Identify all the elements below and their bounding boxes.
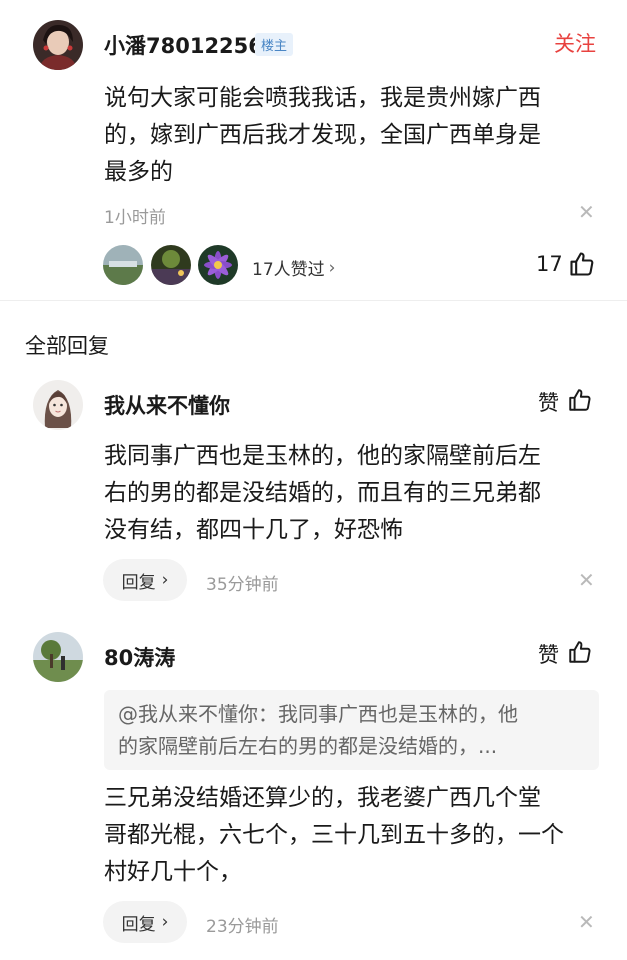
op-text-line: 最多的	[104, 159, 173, 185]
liker-avatar[interactable]	[198, 245, 238, 285]
like-label: 赞	[538, 391, 559, 415]
reply-button-label: 回复	[121, 914, 156, 935]
chevron-right-icon: ›	[161, 570, 169, 590]
reply-text-line: 三兄弟没结婚还算少的，我老婆广西几个堂	[104, 785, 541, 811]
follow-button[interactable]: 关注	[554, 28, 596, 58]
reply-time: 35分钟前	[206, 575, 279, 595]
close-icon[interactable]: ✕	[578, 910, 595, 934]
likers-count-label: 17人赞过	[252, 260, 325, 280]
reply-text-line: 我同事广西也是玉林的，他的家隔壁前后左	[104, 443, 541, 469]
reply-username[interactable]: 80涛涛	[104, 642, 175, 672]
op-text: 说句大家可能会喷我我话，我是贵州嫁广西 的，嫁到广西后我才发现，全国广西单身是 …	[104, 80, 604, 191]
reply-text-line: 没有结，都四十几了，好恐怖	[104, 517, 403, 543]
divider	[0, 300, 627, 301]
thumbs-up-icon[interactable]	[568, 250, 596, 278]
chevron-right-icon: ›	[161, 912, 169, 932]
likers-link[interactable]: 17人赞过 ›	[252, 255, 336, 281]
reply-like-button[interactable]: 赞	[538, 387, 593, 417]
thumbs-up-icon	[567, 387, 593, 417]
op-like-count: 17	[536, 252, 563, 276]
quoted-reply[interactable]: @我从来不懂你：我同事广西也是玉林的，他 的家隔壁前后左右的男的都是没结婚的，.…	[104, 690, 599, 770]
section-title: 全部回复	[25, 334, 109, 358]
close-icon[interactable]: ✕	[578, 568, 595, 592]
reply-text: 三兄弟没结婚还算少的，我老婆广西几个堂 哥都光棍，六七个，三十几到五十多的，一个…	[104, 780, 604, 891]
like-label: 赞	[538, 643, 559, 667]
op-avatar[interactable]	[33, 20, 83, 70]
thumbs-up-icon	[567, 639, 593, 669]
chevron-right-icon: ›	[328, 257, 336, 278]
reply-button[interactable]: 回复 ›	[103, 901, 187, 943]
reply-like-button[interactable]: 赞	[538, 639, 593, 669]
reply-username[interactable]: 我从来不懂你	[104, 390, 230, 420]
reply-text-line: 哥都光棍，六七个，三十几到五十多的，一个	[104, 822, 564, 848]
reply-time: 23分钟前	[206, 917, 279, 937]
quote-line: @我从来不懂你：我同事广西也是玉林的，他	[118, 702, 518, 726]
reply-button[interactable]: 回复 ›	[103, 559, 187, 601]
op-badge: 楼主	[255, 33, 294, 56]
reply-avatar[interactable]	[33, 380, 83, 430]
reply-button-label: 回复	[121, 572, 156, 593]
close-icon[interactable]: ✕	[578, 200, 595, 224]
op-username[interactable]: 小潘78012256	[104, 30, 263, 60]
op-text-line: 说句大家可能会喷我我话，我是贵州嫁广西	[104, 85, 541, 111]
reply-avatar[interactable]	[33, 632, 83, 682]
op-text-line: 的，嫁到广西后我才发现，全国广西单身是	[104, 122, 541, 148]
reply-text-line: 村好几十个，	[104, 859, 242, 885]
reply-text: 我同事广西也是玉林的，他的家隔壁前后左 右的男的都是没结婚的，而且有的三兄弟都 …	[104, 438, 604, 549]
liker-avatar[interactable]	[151, 245, 191, 285]
liker-avatar[interactable]	[103, 245, 143, 285]
reply-text-line: 右的男的都是没结婚的，而且有的三兄弟都	[104, 480, 541, 506]
quote-line: 的家隔壁前后左右的男的都是没结婚的，...	[118, 734, 498, 758]
op-time: 1小时前	[104, 208, 166, 228]
